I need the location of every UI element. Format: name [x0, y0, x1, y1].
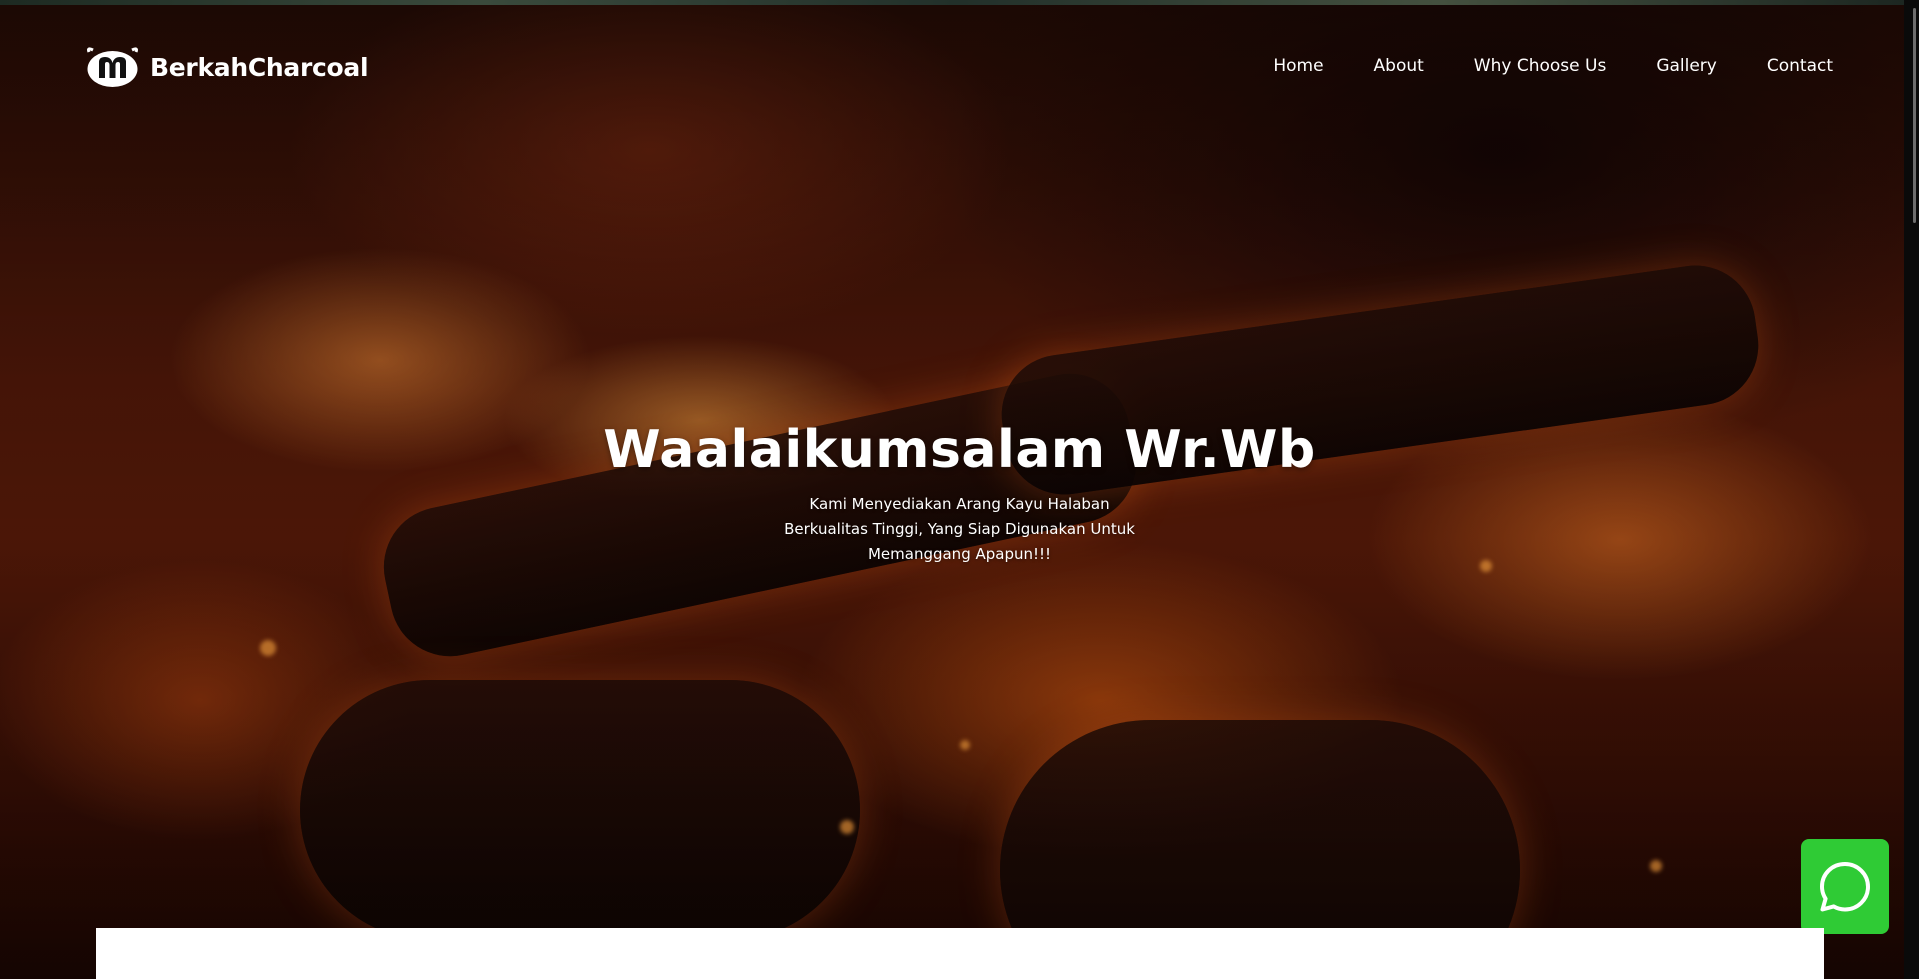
whatsapp-icon — [1820, 861, 1870, 911]
page: BerkahCharcoal Home About Why Choose Us … — [0, 0, 1919, 979]
brand-link[interactable]: BerkahCharcoal — [85, 46, 369, 88]
scrollbar-thumb[interactable] — [1913, 8, 1916, 223]
navbar: BerkahCharcoal Home About Why Choose Us … — [0, 38, 1919, 98]
nav-about[interactable]: About — [1374, 56, 1424, 76]
top-image-strip — [0, 0, 1919, 5]
nav-why-choose-us[interactable]: Why Choose Us — [1474, 56, 1607, 76]
hero-title: Waalaikumsalam Wr.Wb — [603, 420, 1316, 480]
nav-gallery[interactable]: Gallery — [1656, 56, 1717, 76]
content-section-panel — [96, 928, 1824, 979]
nav-home[interactable]: Home — [1273, 56, 1323, 76]
brand-name: BerkahCharcoal — [150, 52, 369, 82]
main-navigation: Home About Why Choose Us Gallery Contact — [1273, 56, 1833, 76]
whatsapp-button[interactable] — [1801, 839, 1889, 934]
hero-subtitle: Kami Menyediakan Arang Kayu Halaban Berk… — [784, 495, 1135, 563]
hero-content: Waalaikumsalam Wr.Wb Kami Menyediakan Ar… — [0, 420, 1919, 567]
scrollbar-track[interactable] — [1904, 0, 1919, 979]
nav-contact[interactable]: Contact — [1767, 56, 1833, 76]
charcoal-m-logo-icon — [87, 47, 138, 87]
